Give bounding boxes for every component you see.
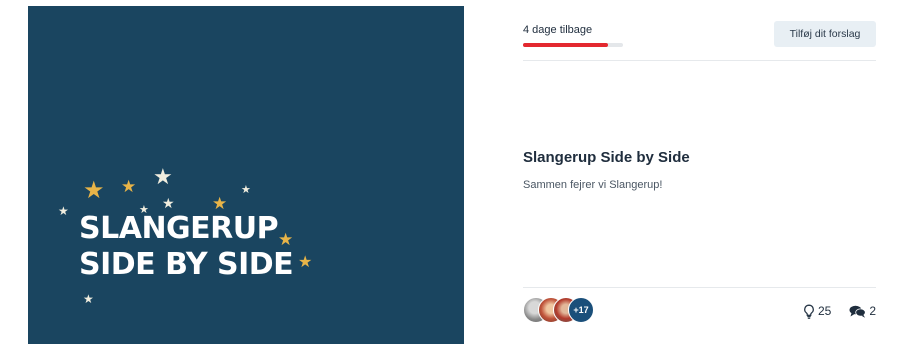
time-progress-bar	[523, 43, 623, 47]
project-description: Sammen fejrer vi Slangerup!	[523, 179, 663, 191]
project-banner-image: ★ ★ ★ ★ ★ ★ ★ ★ ★ ★ ★ SLANGERUP SIDE BY …	[28, 6, 464, 344]
star-icon: ★	[153, 164, 173, 189]
project-title[interactable]: Slangerup Side by Side	[523, 149, 690, 166]
divider	[523, 287, 876, 288]
time-progress-fill	[523, 43, 608, 47]
project-stats: 25 2	[803, 302, 876, 320]
comments-stat: 2	[849, 304, 876, 318]
banner-title-line: SIDE BY SIDE	[79, 247, 294, 282]
star-icon: ★	[212, 194, 228, 213]
banner-title: SLANGERUP SIDE BY SIDE	[79, 211, 294, 283]
days-left-label: 4 dage tilbage	[523, 24, 593, 36]
star-icon: ★	[121, 177, 137, 196]
star-icon: ★	[83, 177, 105, 204]
star-icon: ★	[58, 204, 69, 218]
star-icon: ★	[83, 292, 94, 306]
ideas-stat: 25	[803, 304, 831, 319]
project-details: 4 dage tilbage Tilføj dit forslag Slange…	[523, 6, 876, 344]
star-icon: ★	[298, 254, 313, 271]
divider	[523, 60, 876, 61]
more-participants-badge: +17	[568, 297, 594, 323]
speech-bubbles-icon	[849, 305, 867, 318]
comments-count: 2	[869, 304, 876, 318]
project-card[interactable]: ★ ★ ★ ★ ★ ★ ★ ★ ★ ★ ★ SLANGERUP SIDE BY …	[28, 6, 910, 344]
banner-title-line: SLANGERUP	[79, 211, 279, 246]
ideas-count: 25	[817, 304, 832, 318]
star-icon: ★	[162, 195, 175, 211]
star-icon: ★	[241, 184, 251, 196]
lightbulb-icon	[804, 304, 814, 319]
add-suggestion-button[interactable]: Tilføj dit forslag	[774, 21, 876, 47]
